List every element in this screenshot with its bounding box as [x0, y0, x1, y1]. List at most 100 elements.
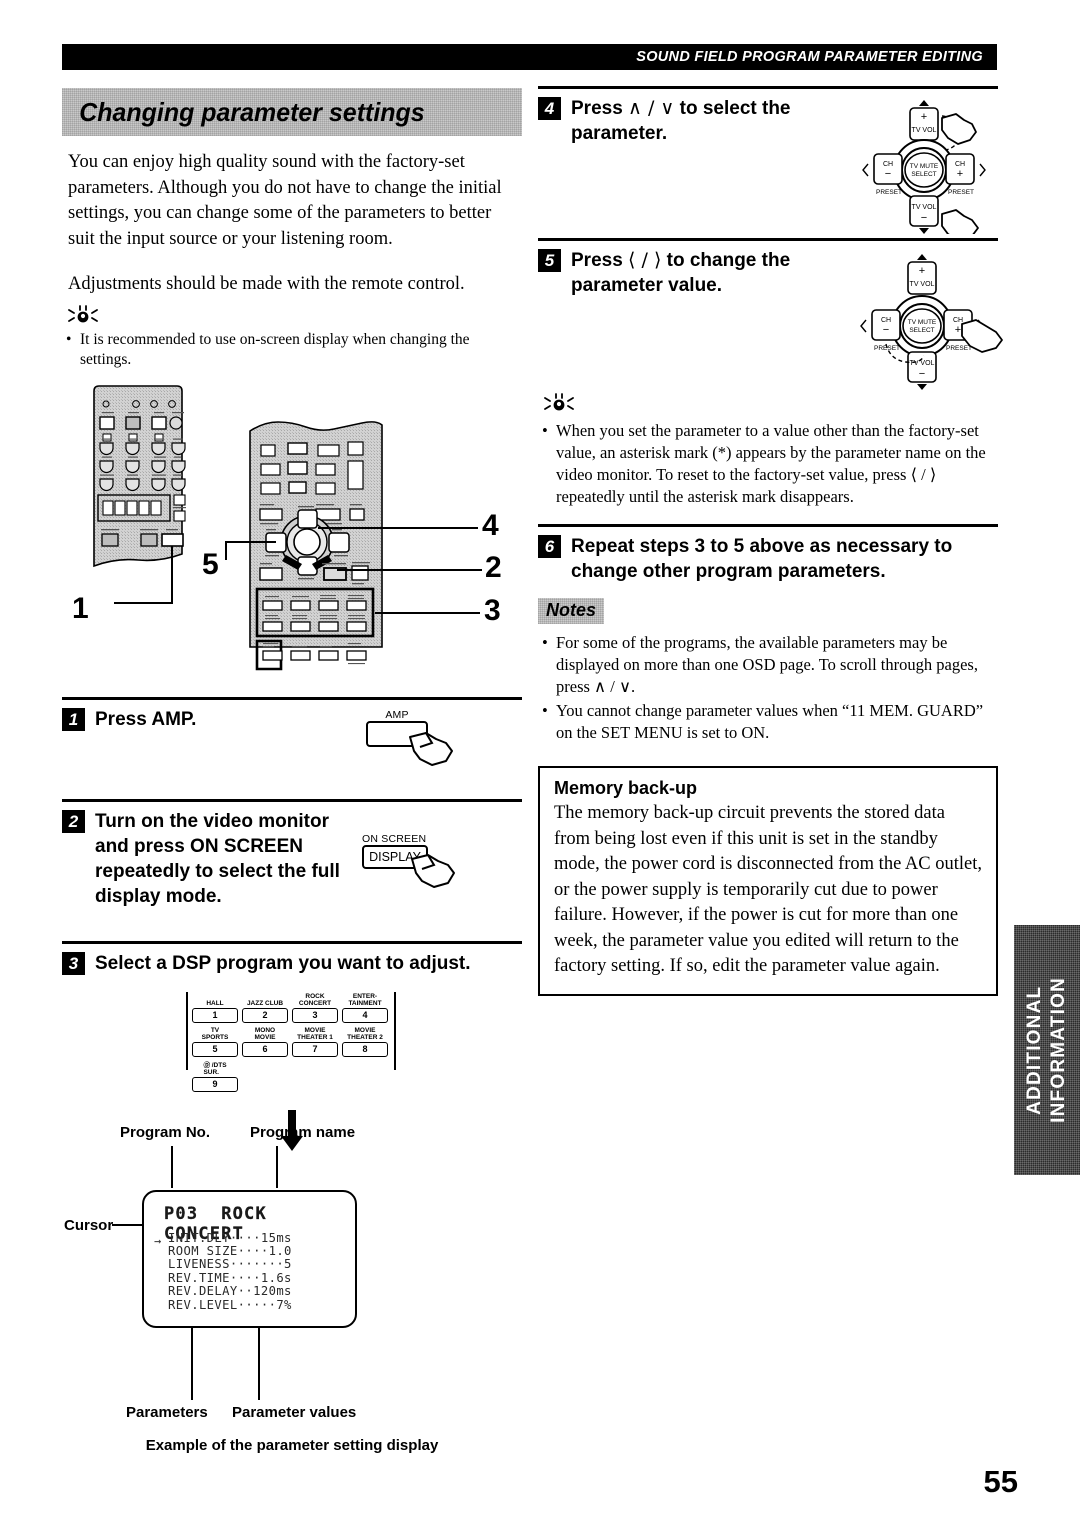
- pointing-hand-icon: [411, 853, 455, 888]
- keypad-button-2[interactable]: 2: [242, 1007, 288, 1023]
- keypad-bracket-right: [394, 991, 396, 1070]
- svg-text:+: +: [957, 168, 963, 180]
- amp-key-figure: AMP: [366, 708, 476, 766]
- step-divider: [538, 238, 998, 241]
- svg-text:TV MUTE: TV MUTE: [910, 163, 939, 170]
- svg-text:TV VOL: TV VOL: [910, 281, 935, 288]
- on-screen-key-figure: ON SCREEN DISPLAY: [362, 832, 482, 888]
- step-divider: [62, 696, 522, 700]
- svg-text:−: −: [921, 212, 927, 224]
- svg-text:SELECT: SELECT: [909, 327, 934, 334]
- callout-number-2: 2: [485, 550, 502, 584]
- callout-number-4: 4: [482, 508, 499, 542]
- intro-paragraph-2: Adjustments should be made with the remo…: [68, 274, 465, 294]
- svg-text:CH: CH: [883, 161, 893, 168]
- step-4-number: 4: [538, 97, 561, 120]
- keypad-caption: MONO MOVIE: [254, 1026, 276, 1042]
- remote-control-drawing: [93, 384, 482, 670]
- keypad-button-8[interactable]: 8: [342, 1041, 388, 1057]
- keypad-caption: Ⓓ /DTS SUR.: [203, 1061, 227, 1077]
- svg-text:+: +: [919, 265, 925, 277]
- keypad-cell: MOVIE THEATER 17: [292, 1026, 338, 1057]
- keypad-caption: MOVIE THEATER 2: [347, 1026, 383, 1042]
- side-tab-label: ADDITIONAL INFORMATION: [1024, 977, 1069, 1123]
- amp-key-label: AMP: [385, 708, 409, 721]
- svg-text:+: +: [955, 324, 961, 336]
- keypad-cell: MONO MOVIE 6: [242, 1026, 288, 1057]
- memory-backup-body: The memory back-up circuit prevents the …: [554, 803, 982, 976]
- svg-text:CH: CH: [881, 317, 891, 324]
- svg-text:−: −: [919, 368, 925, 380]
- osd-program-no: P03: [164, 1203, 199, 1224]
- tip-item-2: When you set the parameter to a value ot…: [542, 420, 998, 508]
- keypad-button-6[interactable]: 6: [242, 1041, 288, 1057]
- right-column: 4 Press ∧ / ∨ to select the parameter. +…: [538, 86, 1003, 996]
- keypad-caption: ROCK CONCERT: [298, 992, 332, 1008]
- on-screen-key-label: ON SCREEN: [362, 832, 427, 845]
- running-header-bar: SOUND FIELD PROGRAM PARAMETER EDITING: [62, 44, 997, 70]
- keypad-button-3[interactable]: 3: [292, 1007, 338, 1023]
- step-divider: [538, 524, 998, 527]
- keypad-caption: JAZZ CLUB: [246, 1000, 284, 1007]
- keypad-caption: HALL: [206, 1000, 224, 1007]
- step-4-text-pre: Press: [571, 98, 629, 119]
- step-2-text: Turn on the video monitor and press ON S…: [95, 810, 340, 907]
- svg-text:CH: CH: [953, 317, 963, 324]
- step-5: 5 Press ⟨ / ⟩ to change the parameter va…: [538, 238, 1003, 398]
- up-down-arrow-glyph: ∧ / ∨: [628, 97, 675, 119]
- memory-backup-box: Memory back-up The memory back-up circui…: [538, 766, 998, 996]
- svg-text:PRESET: PRESET: [946, 345, 972, 352]
- keypad-button-9[interactable]: 9: [192, 1076, 238, 1092]
- keypad-button-4[interactable]: 4: [342, 1007, 388, 1023]
- svg-text:−: −: [883, 324, 889, 336]
- step-1: 1 Press AMP. AMP: [62, 696, 522, 785]
- svg-text:+: +: [921, 111, 927, 123]
- intro-paragraph: You can enjoy high quality sound with th…: [68, 152, 502, 249]
- running-header-title: SOUND FIELD PROGRAM PARAMETER EDITING: [636, 49, 983, 65]
- svg-text:TV MUTE: TV MUTE: [908, 319, 937, 326]
- dsp-program-keypad: HALL 1 JAZZ CLUB 2 ROCK CONCERT 3 ENTER- TA…: [186, 991, 396, 1151]
- step-2: 2 Turn on the video monitor and press ON…: [62, 798, 522, 933]
- step-1-number: 1: [62, 707, 85, 731]
- tip-item: It is recommended to use on-screen displ…: [66, 330, 522, 371]
- pointing-hand-icon-2: [941, 209, 979, 234]
- keypad-button-1[interactable]: 1: [192, 1007, 238, 1023]
- keypad-cell: ROCK CONCERT 3: [292, 992, 338, 1023]
- osd-cursor-glyph: →: [154, 1233, 162, 1248]
- keypad-cell: HALL 1: [192, 992, 238, 1023]
- step-5-number: 5: [538, 249, 561, 272]
- svg-text:PRESET: PRESET: [948, 189, 974, 196]
- osd-parameter-lines: INIT.DLY····15ms ROOM SIZE····1.0 LIVENE…: [168, 1230, 292, 1312]
- osd-example-figure: Program No. Program name Cursor Paramete…: [62, 1122, 522, 1454]
- keypad-cell-extra: Ⓓ /DTS SUR. 9: [192, 1061, 238, 1092]
- step-6-number: 6: [538, 535, 561, 558]
- svg-text:TV VOL: TV VOL: [910, 360, 935, 367]
- keypad-caption: MOVIE THEATER 1: [297, 1026, 333, 1042]
- svg-text:SELECT: SELECT: [911, 171, 936, 178]
- page-number: 55: [983, 1464, 1018, 1499]
- step-divider: [62, 940, 522, 944]
- pointing-hand-icon: [941, 113, 977, 145]
- svg-text:PRESET: PRESET: [876, 189, 902, 196]
- note-item-1: For some of the programs, the available …: [542, 632, 998, 698]
- keypad-button-5[interactable]: 5: [192, 1041, 238, 1057]
- note-item-2: You cannot change parameter values when …: [542, 700, 998, 744]
- step-5-text: Press ⟨ / ⟩ to change the parameter valu…: [571, 248, 821, 298]
- keypad-caption: TV SPORTS: [201, 1026, 229, 1042]
- keypad-bracket-left: [186, 991, 188, 1070]
- step-6-text: Repeat steps 3 to 5 above as necessary t…: [571, 536, 953, 582]
- step-6: 6 Repeat steps 3 to 5 above as necessary…: [538, 524, 998, 584]
- svg-text:−: −: [885, 168, 891, 180]
- step-3-number: 3: [62, 951, 85, 975]
- section-title: Changing parameter settings: [79, 96, 425, 127]
- notes-label: Notes: [538, 598, 604, 624]
- remote-right-body: [249, 420, 383, 670]
- notes-list: For some of the programs, the available …: [542, 632, 998, 744]
- keypad-cell: ENTER- TAINMENT 4: [342, 992, 388, 1023]
- keypad-cell: TV SPORTS 5: [192, 1026, 238, 1057]
- step-3: 3 Select a DSP program you want to adjus…: [62, 940, 522, 976]
- keypad-button-7[interactable]: 7: [292, 1041, 338, 1057]
- notes-section: Notes For some of the programs, the avai…: [538, 584, 998, 744]
- left-column: Changing parameter settings You can enjo…: [62, 88, 522, 1454]
- callout-number-1: 1: [72, 591, 89, 625]
